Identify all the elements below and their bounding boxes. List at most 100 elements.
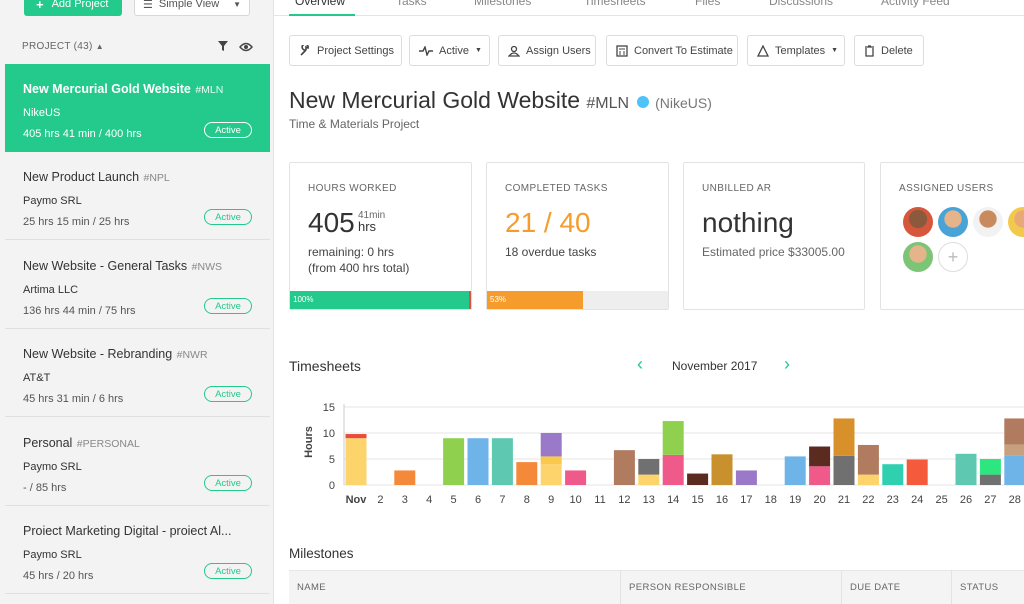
add-project-label: Add Project [51, 0, 109, 10]
timesheets-chart: Hours 051015Nov 2 3 4 5 6 7 8 9 10 11 12 13 14 15 16 17 1… [303, 402, 1024, 506]
x-tick-label: 27 [984, 494, 996, 506]
x-tick-label: 6 [475, 494, 481, 506]
trash-icon [865, 44, 874, 57]
remaining-hours: remaining: 0 hrs [308, 245, 395, 259]
tab-overview[interactable]: Overview [295, 0, 345, 8]
project-settings-button[interactable]: Project Settings [289, 35, 402, 66]
bar-segment [345, 438, 367, 485]
calculator-icon [616, 44, 628, 57]
templates-icon [757, 44, 769, 57]
x-tick-label: 12 [618, 494, 630, 506]
project-count-label: PROJECT (43) [22, 41, 93, 52]
avatar[interactable] [903, 207, 933, 237]
project-list-item[interactable]: New Website - Rebranding #NWR AT&T 45 hr… [5, 329, 270, 417]
column-header-due-date[interactable]: DUE DATE [850, 582, 901, 593]
activity-icon [419, 45, 433, 56]
x-tick-label: 22 [862, 494, 874, 506]
project-list-item[interactable]: New Product Launch #NPL Paymo SRL 25 hrs… [5, 152, 270, 240]
x-tick-label: 15 [691, 494, 703, 506]
bar-segment [955, 453, 977, 485]
tasks-progress-label: 53% [490, 295, 507, 304]
x-tick-label: 28 [1009, 494, 1021, 506]
avatar[interactable] [903, 242, 933, 272]
templates-label: Templates [775, 44, 826, 57]
tab-tasks[interactable]: Tasks [396, 0, 427, 8]
tasks-value: 21 / 40 [505, 207, 591, 238]
column-header-name[interactable]: NAME [297, 582, 326, 593]
milestones-table-header: NAME PERSON RESPONSIBLE DUE DATE STATUS [289, 570, 1024, 604]
project-list-item[interactable]: New Mercurial Gold Website #MLN NikeUS 4… [5, 64, 270, 152]
tab-discussions[interactable]: Discussions [769, 0, 833, 8]
card-title: UNBILLED AR [702, 183, 772, 194]
tab-files[interactable]: Files [695, 0, 720, 8]
bar-segment [784, 456, 806, 485]
filter-icon[interactable] [217, 40, 229, 52]
project-count-header[interactable]: PROJECT (43) ▲ [22, 41, 104, 52]
tab-timesheets[interactable]: Timesheets [584, 0, 646, 8]
status-label: Active [439, 44, 469, 57]
project-code: #MLN [195, 84, 224, 96]
project-client: Paymo SRL [23, 195, 82, 207]
project-client: Paymo SRL [23, 461, 82, 473]
templates-dropdown-button[interactable]: Templates ▼ [747, 35, 845, 66]
next-month-arrow-icon[interactable]: › [784, 354, 790, 375]
view-select[interactable]: ☰ Simple View ▼ [134, 0, 250, 16]
bar-segment [1004, 455, 1024, 485]
project-list-item[interactable]: Proiect Marketing Digital - proiect Al..… [5, 506, 270, 594]
bar-segment [565, 470, 587, 485]
assign-users-button[interactable]: Assign Users [498, 35, 596, 66]
project-name: New Product Launch [23, 170, 140, 184]
bar-segment [809, 446, 831, 467]
project-client[interactable]: (NikeUS) [655, 95, 712, 111]
project-list-item[interactable]: Personal #PERSONAL Paymo SRL - / 85 hrs … [5, 418, 270, 506]
status-dropdown-button[interactable]: Active ▼ [409, 35, 490, 66]
avatar[interactable] [1008, 207, 1024, 237]
bar-segment [833, 455, 855, 485]
eye-icon[interactable] [239, 42, 253, 52]
convert-label: Convert To Estimate [634, 44, 733, 57]
y-tick-label: 0 [329, 480, 335, 492]
bar-segment [638, 474, 660, 485]
tab-milestones[interactable]: Milestones [474, 0, 531, 8]
project-code: #MLN [586, 95, 630, 112]
column-header-status[interactable]: STATUS [960, 582, 998, 593]
card-title: HOURS WORKED [308, 183, 397, 194]
hours-value: 405 [308, 207, 355, 238]
status-badge: Active [204, 122, 252, 138]
column-header-person[interactable]: PERSON RESPONSIBLE [629, 582, 746, 593]
x-tick-label: 16 [716, 494, 728, 506]
bar-segment [979, 459, 1001, 475]
add-project-button[interactable]: + Add Project [24, 0, 122, 16]
bar-segment [662, 454, 684, 485]
project-client: Paymo SRL [23, 549, 82, 561]
project-list-item[interactable]: New Website - General Tasks #NWS Artima … [5, 241, 270, 329]
delete-button[interactable]: Delete [854, 35, 924, 66]
hours-progress-bar: 100% [290, 291, 471, 309]
hours-worked-card: HOURS WORKED 405 41min hrs remaining: 0 … [289, 162, 472, 310]
estimated-price: Estimated price $33005.00 [702, 245, 845, 259]
status-badge: Active [204, 475, 252, 491]
assigned-users-card: ASSIGNED USERS + [880, 162, 1024, 310]
y-tick-label: 10 [323, 428, 335, 440]
bar-segment [857, 474, 879, 485]
project-type: Time & Materials Project [289, 117, 420, 131]
hours-progress-label: 100% [293, 295, 314, 304]
avatar[interactable] [938, 207, 968, 237]
project-code: #NPL [143, 172, 170, 184]
caret-down-icon: ▼ [474, 47, 482, 54]
x-tick-label: 5 [451, 494, 457, 506]
unbilled-ar-card: UNBILLED AR nothing Estimated price $330… [683, 162, 865, 310]
x-tick-label: 18 [765, 494, 777, 506]
convert-to-estimate-button[interactable]: Convert To Estimate [606, 35, 738, 66]
add-user-button[interactable]: + [938, 242, 968, 272]
status-badge: Active [204, 386, 252, 402]
delete-label: Delete [881, 44, 913, 57]
avatar[interactable] [973, 207, 1003, 237]
tab-activity-feed[interactable]: Activity Feed [881, 0, 950, 8]
bar-segment [979, 474, 1001, 485]
y-axis-label: Hours [303, 426, 315, 458]
x-tick-label: 2 [377, 494, 383, 506]
x-tick-label: 26 [960, 494, 972, 506]
prev-month-arrow-icon[interactable]: ‹ [637, 354, 643, 375]
bar-segment [540, 464, 562, 485]
